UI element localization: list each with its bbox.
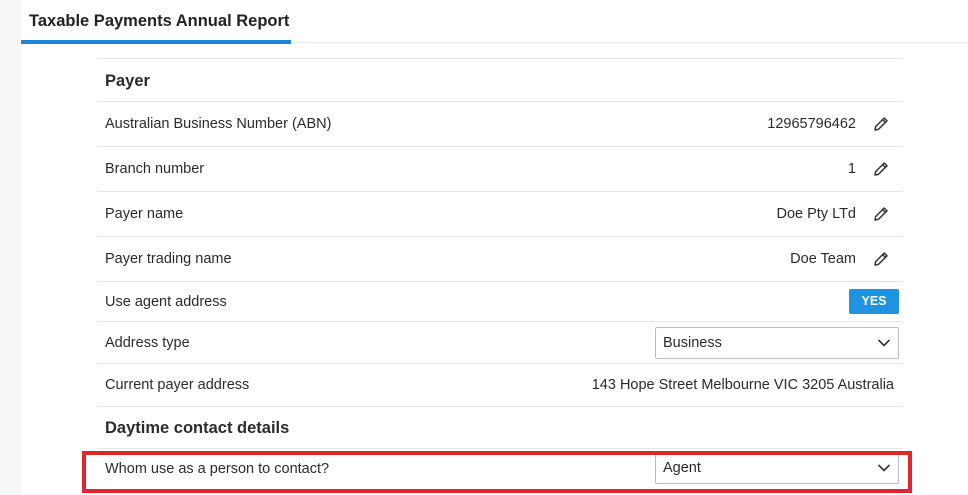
active-tab-indicator — [21, 40, 291, 44]
tab-taxable-payments-annual-report[interactable]: Taxable Payments Annual Report — [21, 0, 291, 44]
payer-name-label: Payer name — [105, 206, 184, 222]
tab-bar: Taxable Payments Annual Report — [21, 0, 968, 44]
abn-value: 12965796462 — [767, 116, 856, 132]
payer-trading-name-value: Doe Team — [790, 251, 856, 267]
current-payer-address-label: Current payer address — [105, 377, 250, 393]
contact-section-header: Daytime contact details — [97, 406, 903, 448]
branch-row: Branch number 1 — [97, 146, 903, 191]
abn-label: Australian Business Number (ABN) — [105, 116, 332, 132]
tab-label: Taxable Payments Annual Report — [29, 12, 290, 30]
section-title-daytime-contact: Daytime contact details — [105, 419, 290, 437]
address-type-label: Address type — [105, 335, 190, 351]
address-type-row: Address type Business — [97, 321, 903, 363]
address-type-select[interactable]: Business — [655, 327, 899, 359]
current-payer-address-row: Current payer address 143 Hope Street Me… — [97, 363, 903, 406]
payer-name-row: Payer name Doe Pty LTd — [97, 191, 903, 236]
section-title-payer: Payer — [105, 72, 150, 90]
use-agent-address-row: Use agent address YES — [97, 281, 903, 321]
use-agent-address-toggle[interactable]: YES — [849, 289, 899, 314]
address-type-selected: Business — [663, 335, 722, 351]
pencil-icon[interactable] — [872, 250, 890, 268]
branch-value: 1 — [847, 161, 856, 177]
highlight-box — [82, 451, 912, 493]
abn-row: Australian Business Number (ABN) 1296579… — [97, 101, 903, 146]
pencil-icon[interactable] — [872, 160, 890, 178]
pencil-icon[interactable] — [872, 205, 890, 223]
payer-section-header: Payer — [97, 58, 903, 101]
branch-label: Branch number — [105, 161, 205, 177]
current-payer-address-value: 143 Hope Street Melbourne VIC 3205 Austr… — [591, 377, 894, 393]
left-rail — [0, 0, 21, 495]
payer-trading-name-label: Payer trading name — [105, 251, 232, 267]
use-agent-address-label: Use agent address — [105, 294, 227, 310]
payer-trading-name-row: Payer trading name Doe Team — [97, 236, 903, 281]
chevron-down-icon — [877, 339, 891, 347]
payer-form: Payer Australian Business Number (ABN) 1… — [97, 58, 903, 486]
payer-name-value: Doe Pty LTd — [776, 206, 856, 222]
pencil-icon[interactable] — [872, 115, 890, 133]
